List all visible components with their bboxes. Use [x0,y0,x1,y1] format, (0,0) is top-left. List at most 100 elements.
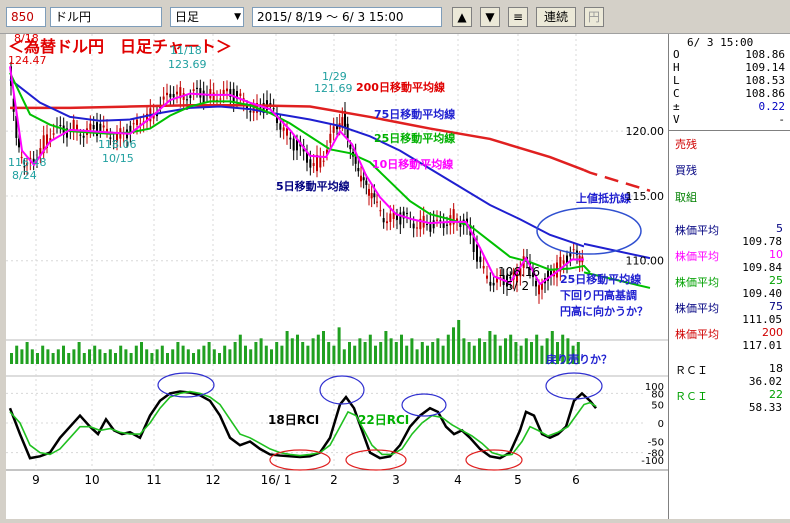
annot-point1-date: 8/18 [14,34,39,45]
annotations: ＜為替ドル円 日足チャート＞8/18124.47116.488/24118.06… [8,32,648,471]
x-tick-label: 6 [572,473,580,487]
volume-bar [478,338,481,364]
volume-bar [20,349,24,364]
volume-bar [93,345,97,364]
candle-body [292,138,295,151]
annot-point6-value: 106.16 [498,265,540,279]
candle-body [482,265,485,269]
buy-balance-label: 買残 [675,164,697,177]
candle-body [386,221,388,224]
rci-tick-label: 50 [651,401,664,412]
volume-bar [186,349,190,364]
volume-bar [114,353,117,364]
annot-point2-date: 8/24 [12,169,37,182]
candle-body [286,128,288,136]
period-select[interactable]: 日足 ▼ [170,7,244,27]
volume-bar [426,345,429,364]
volume-bar [197,349,201,364]
candle-body [486,275,488,279]
candle-body [102,125,105,128]
list-icon: ≡ [512,10,524,24]
volume-bar [472,345,476,364]
volume-bar [176,342,180,364]
volume-bar [15,345,19,364]
scroll-up-button[interactable]: ▲ [452,7,472,27]
annot-point6-date: 5/ 2 [506,279,529,293]
candle-body [562,260,565,264]
volume-bar [306,345,310,364]
candle-body [196,87,198,89]
period-select-label: 日足 [175,10,200,24]
candle-body [406,212,408,214]
annot-point4-date: 11/18 [170,44,202,57]
volume-bar [493,334,497,364]
volume-bar [192,353,195,364]
volume-bar [410,338,414,364]
candle-body [162,96,165,100]
indicator-label: 株価平均 [675,276,719,289]
annot-resistance: 上値抵抗線 [576,191,631,205]
volume-bar [400,334,403,364]
volume-bar [25,342,29,364]
yen-button[interactable]: 円 [584,7,604,27]
indicator-period: 200 [762,326,783,339]
volume-bar [30,349,34,364]
candle-body [322,160,325,162]
volume-bar [150,353,154,364]
rci-tick-label: -100 [641,456,664,467]
x-tick-label: 16/ 1 [261,473,292,487]
symbol-name-field[interactable]: ドル円 [50,7,162,27]
annot-point3-value: 118.06 [98,138,137,151]
volume-bar [374,345,377,364]
ohlc-key: L [673,74,680,87]
y-tick-label: 120.00 [626,125,665,138]
menu-button[interactable]: ≡ [508,7,528,27]
y-tick-label: 115.00 [626,190,665,203]
volume-bar [223,345,227,364]
volume-bar [145,349,149,364]
candle-body [492,282,495,286]
scroll-down-button[interactable]: ▼ [480,7,500,27]
x-tick-label: 9 [32,473,40,487]
candle-body [373,193,376,198]
volume-bar [218,353,221,364]
indicator-label: 株価平均 [675,250,719,263]
sell-balance-label: 売残 [675,138,697,151]
ohlc-key: ± [673,100,680,113]
volume-bar [322,331,325,364]
price-lines [9,66,651,289]
date-range-field[interactable]: 2015/ 8/19 ～ 6/ 3 15:00 [252,7,442,27]
volume-bar [202,345,206,364]
volume-bar [535,334,539,364]
indicator-period: 5 [776,222,783,235]
annot-ma5: 5日移動平均線 [276,179,350,193]
candle-body [572,249,575,251]
candle-body [365,180,368,185]
volume-bar [140,342,143,364]
ohlc-key: O [673,48,680,61]
symbol-code-field[interactable]: 850 [6,7,46,27]
annot-point5-value: 121.69 [314,82,353,95]
volume-bar [233,342,237,364]
candle-body [329,133,332,143]
ohlc-row: O 108.86 [673,48,785,61]
candle-body [209,88,212,99]
candle-body [72,119,75,131]
volume-bar [467,342,471,364]
volume-bar [275,342,279,364]
x-tick-label: 3 [392,473,400,487]
indicator-period: 22 [769,388,783,401]
volume-bar [483,342,487,364]
volume-bar [119,345,123,364]
volume-bar [212,349,216,364]
continuous-button[interactable]: 連続 [536,7,576,27]
annot-comment1: 25日移動平均線 [560,272,641,286]
candle-body [541,283,543,290]
price-info-panel: 6/ 3 15:00 O 108.86 H 109.14 L 108.53 C 108.86 ±… [668,34,790,519]
volume-bar [259,338,263,364]
volume-bar [514,342,518,364]
rci-tick-label: -50 [648,438,664,449]
volume-bar [540,345,544,364]
candle-body [202,90,205,103]
indicator-value: 109.40 [742,287,782,300]
